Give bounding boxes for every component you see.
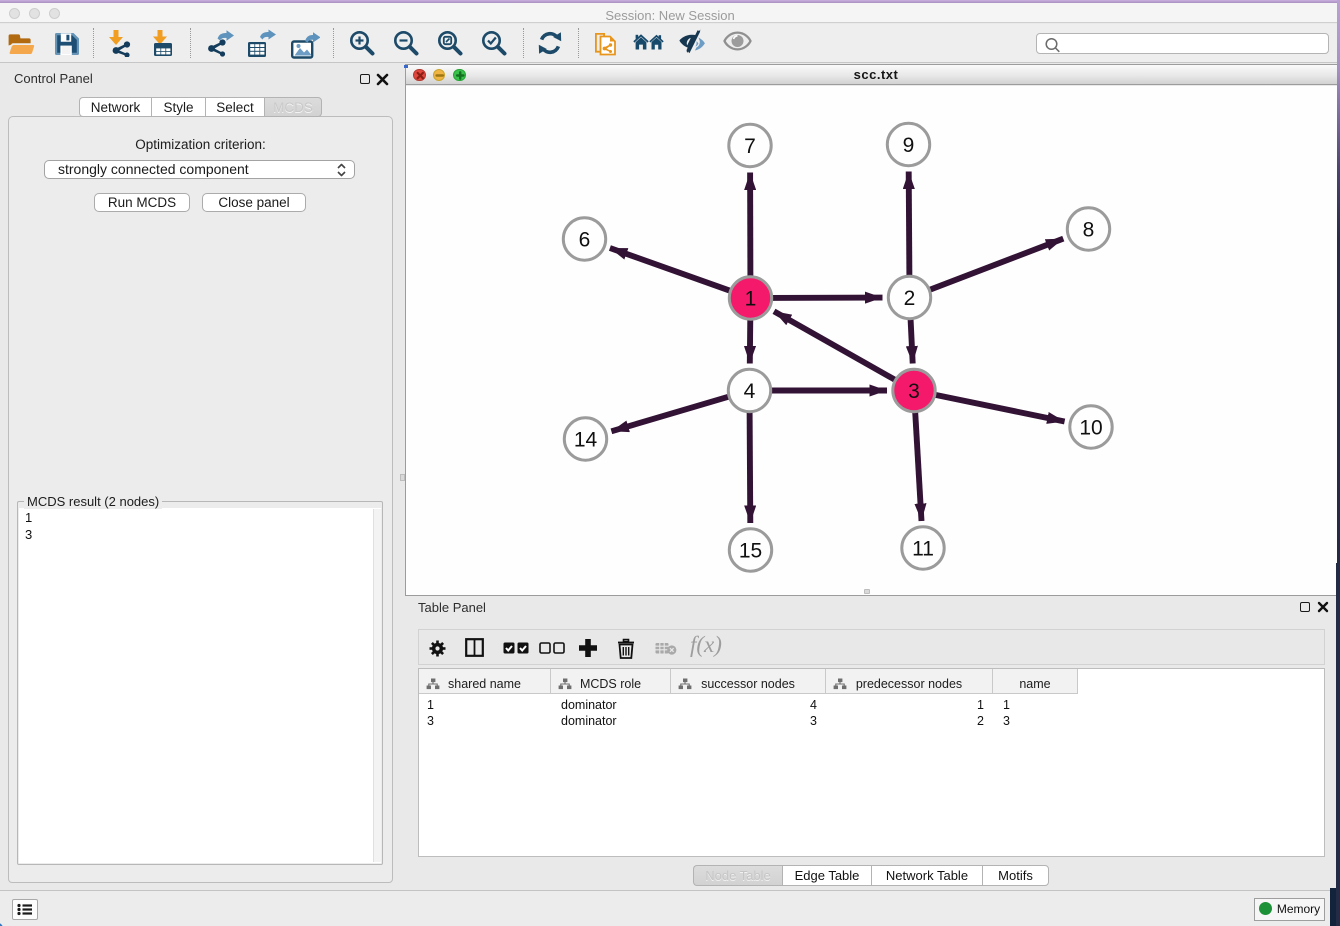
svg-text:9: 9 — [903, 134, 915, 157]
svg-text:4: 4 — [744, 380, 756, 403]
svg-text:8: 8 — [1083, 219, 1095, 242]
svg-text:2: 2 — [904, 287, 916, 310]
svg-text:6: 6 — [579, 229, 591, 252]
svg-text:15: 15 — [739, 540, 762, 563]
svg-text:7: 7 — [744, 135, 756, 158]
svg-text:11: 11 — [912, 538, 934, 561]
svg-text:14: 14 — [574, 429, 598, 452]
svg-text:3: 3 — [908, 380, 920, 403]
svg-text:10: 10 — [1079, 417, 1102, 440]
svg-text:1: 1 — [745, 288, 757, 311]
